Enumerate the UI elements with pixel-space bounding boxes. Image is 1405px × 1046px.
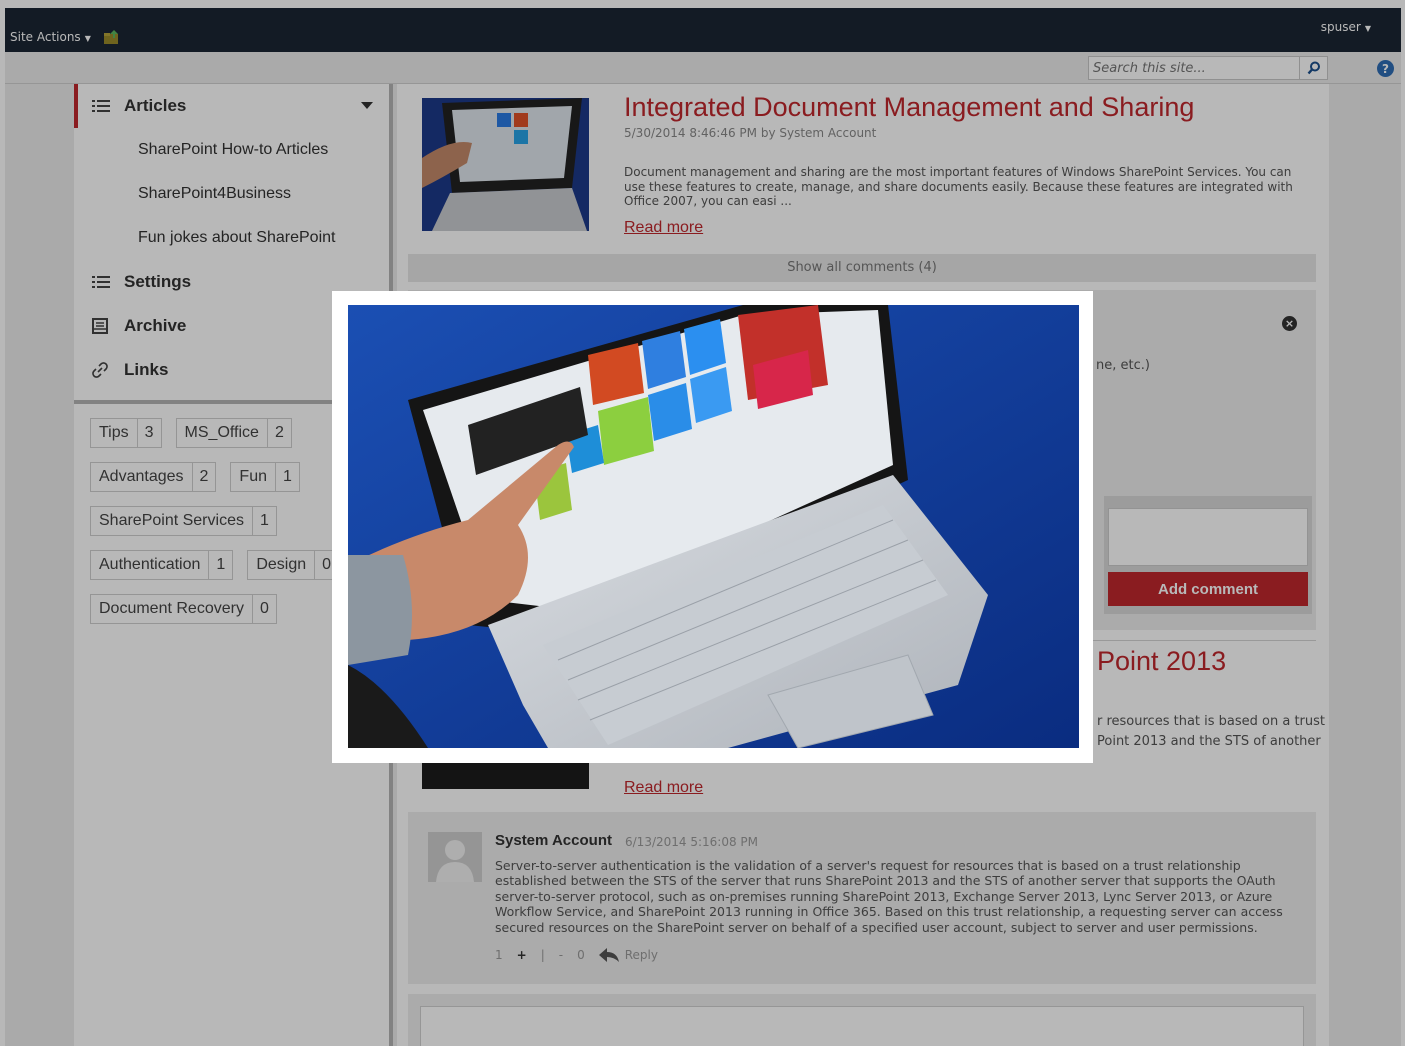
image-lightbox — [332, 291, 1093, 763]
lightbox-photo[interactable] — [348, 305, 1079, 748]
